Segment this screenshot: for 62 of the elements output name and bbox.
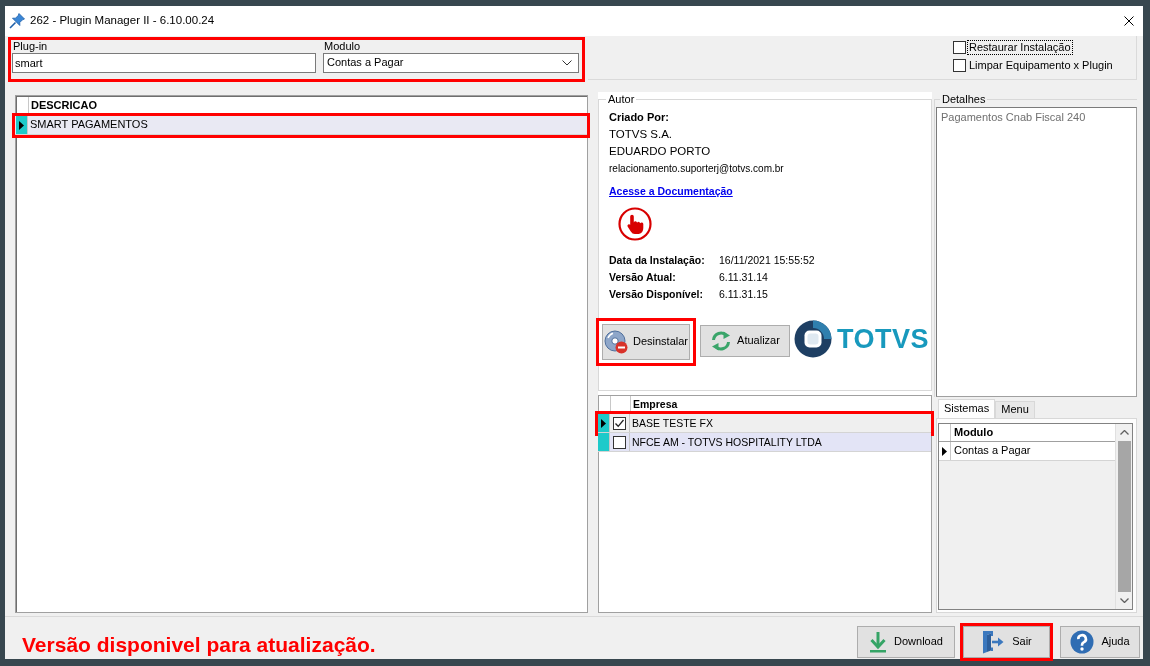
info-label: Versão Disponível:: [609, 287, 704, 302]
status-message: Versão disponivel para atualização.: [22, 633, 376, 657]
table-row[interactable]: BASE TESTE FX: [598, 414, 931, 433]
window-title: 262 - Plugin Manager II - 6.10.00.24: [30, 14, 215, 28]
company-name: NFCE AM - TOTVS HOSPITALITY LTDA: [632, 435, 822, 449]
documentation-link[interactable]: Acesse a Documentação: [609, 183, 733, 200]
logo-mark-icon: [794, 320, 832, 358]
created-by-label: Criado Por:: [609, 110, 670, 125]
checkbox-label[interactable]: Limpar Equipamento x Plugin: [967, 57, 1115, 73]
plugin-name: SMART PAGAMENTOS: [30, 118, 148, 132]
triangle-icon: [942, 446, 947, 456]
download-button[interactable]: Download: [857, 626, 955, 658]
table-row[interactable]: Contas a Pagar: [939, 442, 1115, 461]
tab[interactable]: Sistemas: [938, 399, 996, 418]
checkbox[interactable]: [953, 40, 966, 54]
checkbox[interactable]: [613, 435, 626, 449]
module-name: Contas a Pagar: [954, 444, 1031, 458]
scrollbar-thumb[interactable]: [1117, 441, 1131, 592]
download-icon: [869, 631, 888, 653]
checkbox[interactable]: [613, 416, 626, 430]
door-arrow-icon: [981, 630, 1006, 654]
dropdown[interactable]: Contas a Pagar: [323, 53, 579, 73]
company-name: BASE TESTE FX: [632, 416, 713, 430]
triangle-icon: [19, 120, 24, 130]
info-label: Data da Instalação:: [609, 253, 706, 268]
scroll-down-icon[interactable]: [1119, 598, 1129, 603]
close-icon[interactable]: [1124, 16, 1134, 26]
exit-button[interactable]: Sair: [963, 626, 1050, 658]
checkbox-label[interactable]: Restaurar Instalação: [967, 39, 1073, 55]
logo-text: TOTVS: [837, 324, 930, 354]
field-label: Modulo: [324, 40, 362, 53]
table-row[interactable]: SMART PAGAMENTOS: [15, 116, 587, 135]
info-value: 6.11.31.15: [719, 287, 768, 302]
table-row[interactable]: NFCE AM - TOTVS HOSPITALITY LTDA: [598, 433, 931, 452]
column-heading: DESCRICAO: [31, 99, 97, 113]
update-button[interactable]: Atualizar: [700, 325, 790, 357]
author-name: EDUARDO PORTO: [609, 144, 712, 159]
refresh-icon: [710, 330, 733, 352]
group-label: Detalhes: [941, 93, 987, 106]
text-input[interactable]: smart: [12, 53, 316, 73]
column-heading: Empresa: [633, 398, 678, 411]
info-value: 6.11.31.14: [719, 270, 768, 285]
disc-minus-icon: [604, 330, 628, 354]
author-email: relacionamento.suporterj@totvs.com.br: [609, 162, 785, 176]
checkbox[interactable]: [953, 58, 966, 72]
group-label: Autor: [607, 93, 636, 106]
help-button[interactable]: Ajuda: [1060, 626, 1140, 658]
row-indicator: [598, 433, 610, 451]
info-label: Versão Atual:: [609, 270, 677, 285]
scrollbar[interactable]: [1115, 424, 1132, 609]
author-company: TOTVS S.A.: [609, 127, 674, 142]
info-value: 16/11/2021 15:55:52: [719, 253, 815, 268]
triangle-icon: [601, 418, 606, 428]
tab[interactable]: Menu: [995, 401, 1035, 418]
field-label: Plug-in: [13, 40, 49, 53]
scroll-up-icon[interactable]: [1119, 430, 1129, 435]
column-heading: Modulo: [954, 425, 994, 440]
pushpin-icon: [9, 13, 25, 29]
help-icon: [1070, 630, 1095, 654]
pointing-hand-icon[interactable]: [618, 207, 652, 241]
caret-icon[interactable]: [562, 60, 572, 66]
uninstall-button[interactable]: Desinstalar: [602, 324, 690, 360]
